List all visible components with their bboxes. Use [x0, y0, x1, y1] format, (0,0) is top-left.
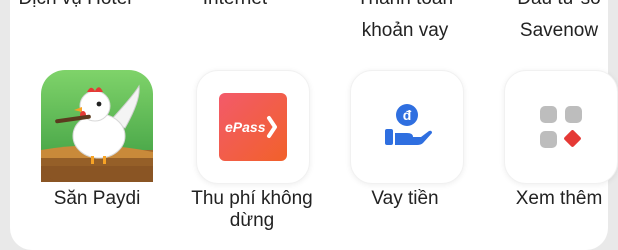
epass-label-line2: dừng — [229, 210, 275, 231]
coin-symbol: đ — [403, 107, 412, 123]
loan-tile[interactable]: đ — [350, 70, 464, 184]
san-paydi-label: Săn Paydi — [53, 188, 141, 209]
service-loan-payment-label-line2[interactable]: khoản vay — [340, 20, 470, 42]
service-savenow-label-line2[interactable]: Savenow — [494, 20, 618, 42]
more-tile[interactable] — [504, 70, 618, 184]
epass-tile[interactable]: ePass — [196, 70, 310, 184]
service-loan-payment-label-line1[interactable]: Thanh toán — [340, 0, 470, 10]
san-paydi-tile[interactable] — [41, 70, 153, 182]
services-sheet: Dịch vụ Hotel Internet Thanh toán khoản … — [10, 0, 618, 250]
epass-badge-text: ePass — [225, 119, 266, 135]
services-row: Săn Paydi ePass Thu phí không dừng đ Vay… — [10, 70, 618, 250]
loan-label: Vay tiền — [371, 188, 439, 209]
loan-hand-coin-icon: đ — [385, 104, 432, 145]
epass-label-line1: Thu phí không — [191, 188, 313, 209]
epass-icon: ePass — [219, 93, 287, 161]
more-label: Xem thêm — [515, 188, 603, 209]
service-internet-label[interactable]: Internet — [170, 0, 300, 10]
top-services-row: Dịch vụ Hotel Internet Thanh toán khoản … — [10, 0, 608, 50]
service-hotel-label[interactable]: Dịch vụ Hotel — [10, 0, 140, 10]
chicken-game-icon — [41, 70, 153, 182]
more-grid-icon — [540, 106, 582, 148]
service-savenow-label-line1[interactable]: Đầu tư số — [494, 0, 618, 10]
